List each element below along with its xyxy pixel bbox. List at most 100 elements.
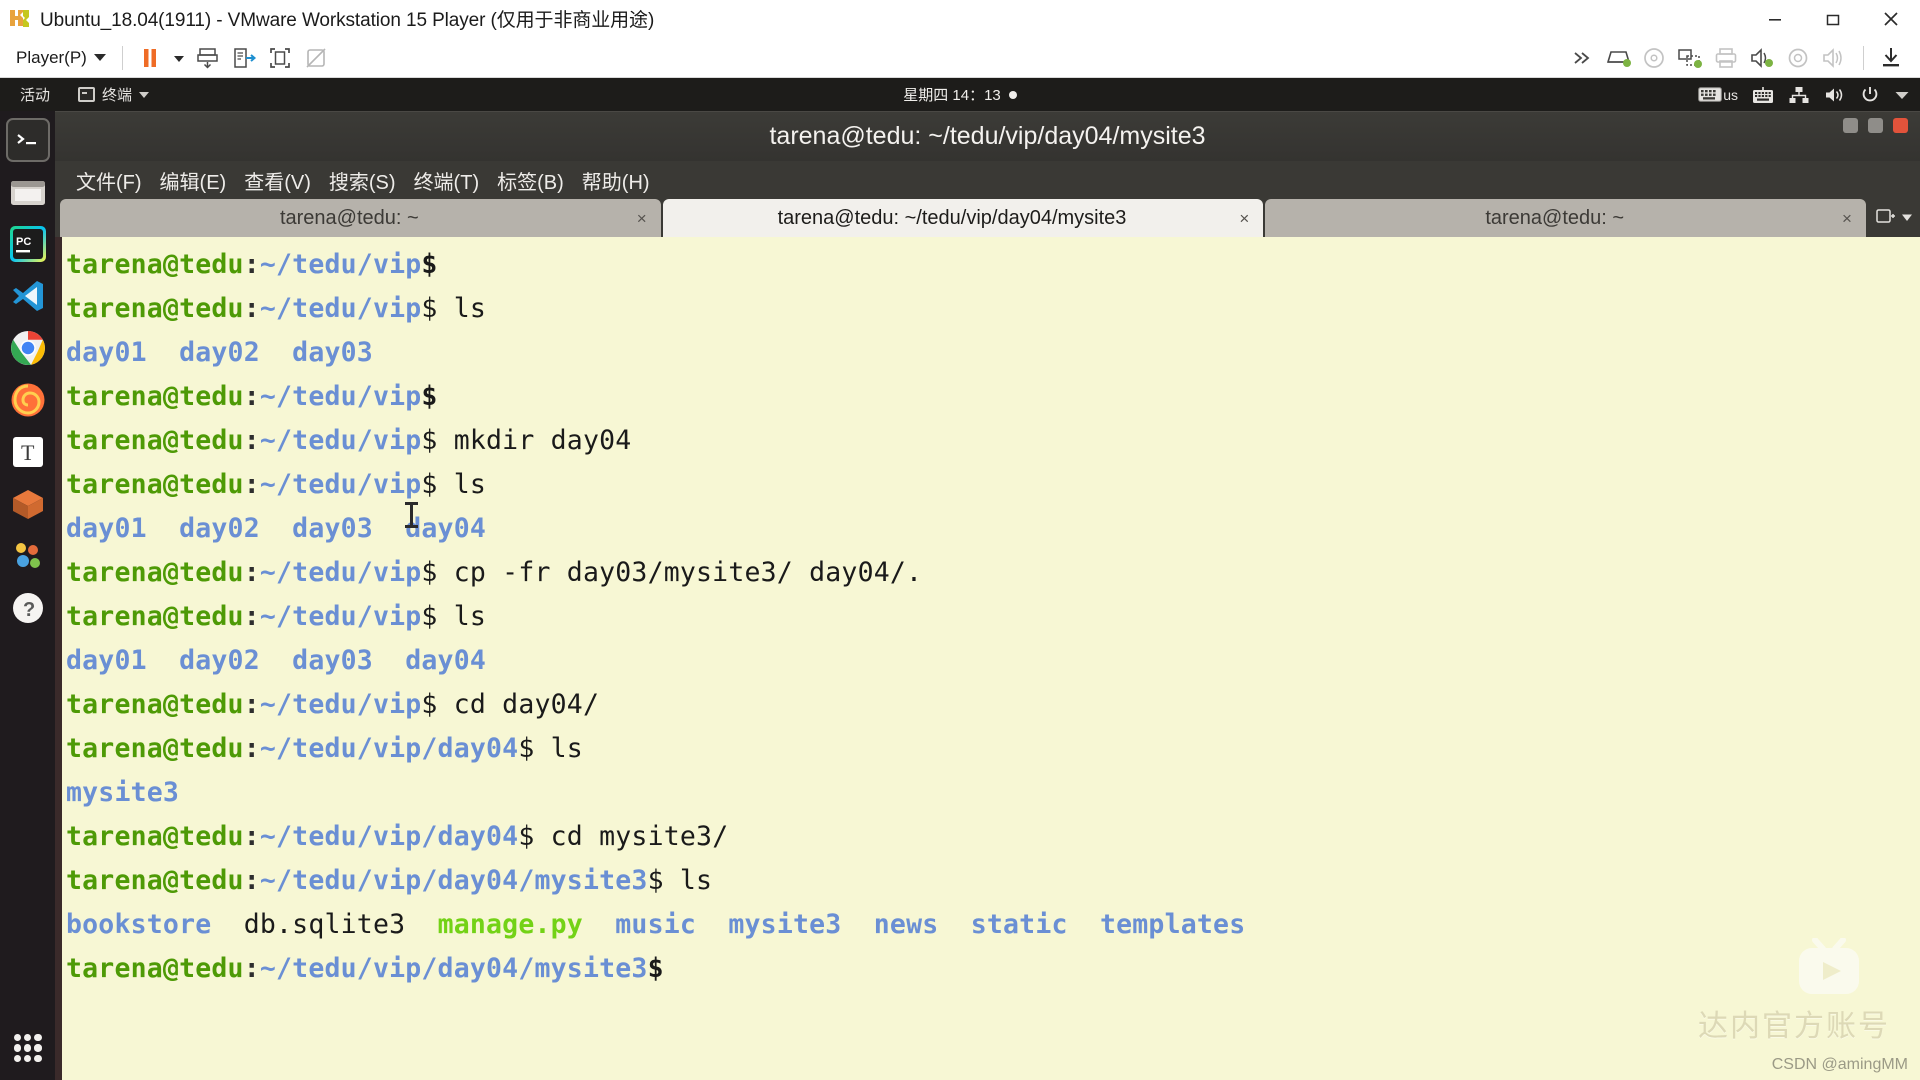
keyboard-layout-indicator[interactable]: us bbox=[1698, 87, 1738, 103]
terminal-icon bbox=[78, 87, 96, 102]
terminal-segment-user: tarena@tedu bbox=[66, 821, 244, 852]
terminal-minimize-button[interactable] bbox=[1843, 118, 1858, 133]
close-button[interactable] bbox=[1862, 0, 1920, 38]
terminal-segment-file bbox=[211, 909, 243, 940]
terminal-segment-path: ~/tedu/vip bbox=[259, 469, 422, 500]
terminal-segment-cmd: $ ls bbox=[647, 865, 713, 896]
send-key-icon[interactable] bbox=[191, 41, 225, 75]
camera-icon[interactable] bbox=[1781, 41, 1815, 75]
terminal-segment-user: tarena@tedu bbox=[66, 601, 244, 632]
onscreen-keyboard-indicator[interactable] bbox=[1752, 86, 1774, 104]
volume-icon[interactable] bbox=[1824, 86, 1846, 104]
chevron-down-icon[interactable] bbox=[1901, 209, 1913, 227]
toolbar-divider bbox=[121, 45, 123, 70]
tab-bar-right-controls bbox=[1868, 199, 1920, 237]
transfer-icon[interactable] bbox=[227, 41, 261, 75]
terminal-segment-prompt: $ bbox=[421, 381, 438, 412]
launcher-item-software[interactable] bbox=[6, 482, 50, 526]
fullscreen-icon[interactable] bbox=[263, 41, 297, 75]
terminal-tab-3[interactable]: tarena@tedu: ~ × bbox=[1265, 199, 1867, 237]
terminal-segment-cmd: $ ls bbox=[518, 733, 583, 764]
minimize-button[interactable] bbox=[1746, 0, 1804, 38]
network-icon[interactable] bbox=[1788, 86, 1810, 104]
channel-watermark: 达内官方账号 bbox=[1698, 1010, 1890, 1043]
sound-card-icon[interactable] bbox=[1745, 41, 1779, 75]
terminal-tab-2[interactable]: tarena@tedu: ~/tedu/vip/day04/mysite3 × bbox=[662, 199, 1264, 237]
power-icon[interactable] bbox=[1860, 85, 1880, 105]
launcher-item-text-editor[interactable]: T bbox=[6, 430, 50, 474]
terminal-segment-colon: : bbox=[243, 425, 260, 456]
menu-item-tabs[interactable]: 标签(B) bbox=[488, 166, 573, 195]
player-menu-label: Player(P) bbox=[16, 47, 87, 67]
terminal-line: tarena@tedu:~/tedu/vip/day04$ cd mysite3… bbox=[66, 815, 1920, 859]
terminal-segment-colon: : bbox=[243, 557, 260, 588]
svg-text:?: ? bbox=[23, 599, 35, 621]
launcher-item-amazon[interactable] bbox=[6, 534, 50, 578]
terminal-tab-3-close-icon[interactable]: × bbox=[1836, 210, 1858, 227]
cd-dvd-icon[interactable] bbox=[1637, 41, 1671, 75]
launcher-item-pycharm[interactable]: PC bbox=[6, 222, 50, 266]
vmware-window-controls bbox=[1746, 0, 1920, 38]
terminal-line: tarena@tedu:~/tedu/vip/day04/mysite3$ bbox=[66, 947, 1920, 991]
terminal-segment-colon: : bbox=[243, 249, 260, 280]
terminal-segment-path: ~/tedu/vip/day04/mysite3 bbox=[259, 865, 648, 896]
launcher-item-vscode[interactable] bbox=[6, 274, 50, 318]
svg-text:T: T bbox=[21, 440, 35, 465]
launcher-item-files[interactable] bbox=[6, 170, 50, 214]
terminal-line: tarena@tedu:~/tedu/vip$ ls bbox=[66, 463, 1920, 507]
launcher-item-terminal[interactable] bbox=[5, 118, 50, 162]
terminal-segment-user: tarena@tedu bbox=[66, 557, 244, 588]
download-icon[interactable] bbox=[1874, 41, 1908, 75]
speaker-icon[interactable] bbox=[1817, 41, 1851, 75]
menu-item-view[interactable]: 查看(V) bbox=[235, 166, 320, 195]
terminal-tab-1[interactable]: tarena@tedu: ~ × bbox=[60, 199, 661, 237]
terminal-segment-dir: bookstore bbox=[66, 909, 212, 940]
launcher-item-help-circle[interactable]: ? bbox=[6, 586, 50, 630]
menu-item-search[interactable]: 搜索(S) bbox=[320, 166, 405, 195]
terminal-segment-user: tarena@tedu bbox=[66, 469, 244, 500]
terminal-segment-user: tarena@tedu bbox=[66, 425, 244, 456]
terminal-segment-file: db.sqlite3 bbox=[243, 909, 406, 940]
show-applications-button[interactable] bbox=[6, 1026, 50, 1070]
network-adapter-icon[interactable] bbox=[1673, 41, 1707, 75]
app-menu-label: 终端 bbox=[102, 87, 133, 104]
terminal-output-area[interactable]: tarena@tedu:~/tedu/vip$ tarena@tedu:~/ted… bbox=[55, 237, 1920, 1080]
terminal-line: bookstore db.sqlite3 manage.py music mys… bbox=[66, 903, 1920, 947]
unity-mode-icon[interactable] bbox=[299, 41, 333, 75]
new-tab-icon[interactable] bbox=[1875, 207, 1896, 230]
terminal-segment-dir: music bbox=[615, 909, 697, 940]
terminal-segment-prompt: $ bbox=[421, 249, 438, 280]
app-menu-button[interactable]: 终端 bbox=[70, 84, 157, 105]
chevron-down-icon bbox=[93, 54, 106, 61]
pause-dropdown-button[interactable] bbox=[169, 41, 189, 75]
menu-item-file[interactable]: 文件(F) bbox=[67, 166, 151, 195]
terminal-line: tarena@tedu:~/tedu/vip$ ls bbox=[66, 595, 1920, 639]
terminal-segment-prompt: $ bbox=[647, 953, 664, 984]
terminal-segment-cmd: $ cd mysite3/ bbox=[518, 821, 729, 852]
ubuntu-launcher-dock: PC T ? bbox=[0, 111, 55, 1080]
chevron-down-icon[interactable] bbox=[1894, 90, 1910, 100]
restore-button[interactable] bbox=[1804, 0, 1862, 38]
printer-icon[interactable] bbox=[1709, 41, 1743, 75]
hard-disk-icon[interactable] bbox=[1601, 41, 1635, 75]
terminal-close-button[interactable] bbox=[1893, 118, 1908, 133]
keyboard-layout-label: us bbox=[1723, 86, 1738, 103]
terminal-tab-1-close-icon[interactable]: × bbox=[631, 210, 653, 227]
terminal-tab-3-label: tarena@tedu: ~ bbox=[1485, 206, 1625, 229]
menu-item-help[interactable]: 帮助(H) bbox=[573, 166, 659, 195]
launcher-item-firefox[interactable] bbox=[6, 378, 50, 422]
terminal-tab-2-close-icon[interactable]: × bbox=[1233, 210, 1255, 227]
menu-item-terminal[interactable]: 终端(T) bbox=[405, 166, 489, 195]
chevrons-right-icon[interactable] bbox=[1565, 41, 1599, 75]
clock-button[interactable]: 星期四 14：13 bbox=[903, 84, 1017, 105]
activities-button[interactable]: 活动 bbox=[10, 84, 60, 105]
terminal-segment-path: ~/tedu/vip bbox=[259, 689, 422, 720]
terminal-maximize-button[interactable] bbox=[1868, 118, 1883, 133]
clock-label: 星期四 14：13 bbox=[903, 87, 1001, 104]
panel-status-area[interactable]: us bbox=[1698, 85, 1910, 105]
menu-item-edit[interactable]: 编辑(E) bbox=[151, 166, 236, 195]
player-menu-button[interactable]: Player(P) bbox=[10, 48, 112, 68]
pause-button[interactable] bbox=[133, 41, 167, 75]
launcher-item-chrome[interactable] bbox=[6, 326, 50, 370]
terminal-line: tarena@tedu:~/tedu/vip$ bbox=[66, 243, 1920, 287]
